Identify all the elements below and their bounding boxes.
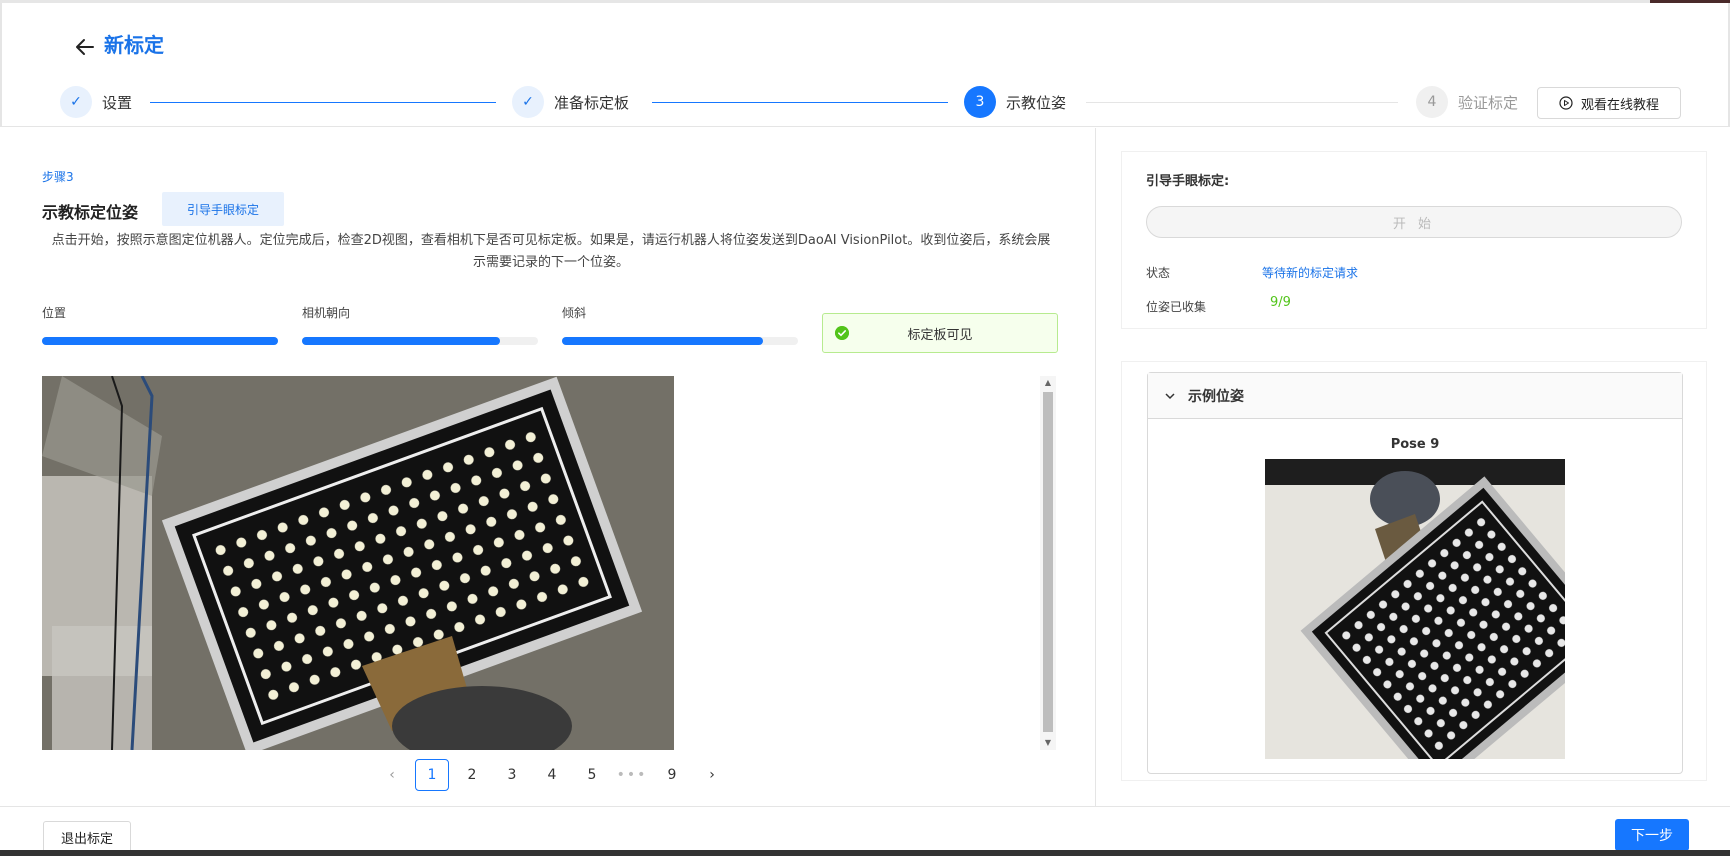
guide-title: 引导手眼标定: <box>1146 174 1230 189</box>
collected-value: 9/9 <box>1270 295 1291 310</box>
guide-tag: 引导手眼标定 <box>162 192 284 226</box>
check-circle-icon <box>835 326 849 340</box>
step-connector <box>652 102 948 103</box>
progress-camera-orientation: 相机朝向 <box>302 304 538 345</box>
step-connector <box>1086 102 1398 103</box>
pose-label: Pose 9 <box>1390 437 1440 452</box>
back-arrow-icon[interactable] <box>74 36 96 58</box>
step-label: 验证标定 <box>1458 93 1519 112</box>
step-connector <box>150 102 496 103</box>
next-button[interactable]: 下一步 <box>1615 819 1689 851</box>
step-label: 设置 <box>102 93 133 112</box>
teach-pose-panel: 步骤3 示教标定位姿 引导手眼标定 点击开始，按照示意图定位机器人。定位完成后，… <box>2 128 1096 806</box>
step-prepare-board: ✓ 准备标定板 <box>512 85 629 119</box>
exit-calibration-button[interactable]: 退出标定 <box>43 821 131 853</box>
page-2[interactable]: 2 <box>452 759 492 791</box>
step-teach-pose: 3 示教位姿 <box>964 85 1066 119</box>
progress-track <box>42 337 278 345</box>
step-settings: ✓ 设置 <box>60 85 132 119</box>
scroll-up-arrow[interactable]: ▲ <box>1040 376 1056 390</box>
progress-label: 相机朝向 <box>302 306 351 320</box>
progress-track <box>562 337 798 345</box>
tutorial-label: 观看在线教程 <box>1580 97 1659 113</box>
board-visible-badge: 标定板可见 <box>822 313 1058 353</box>
start-button[interactable]: 开 始 <box>1146 206 1682 238</box>
progress-tilt: 倾斜 <box>562 304 798 345</box>
collected-label: 位姿已收集 <box>1146 300 1207 314</box>
pagination: ‹ 1 2 3 4 5 ••• 9 › <box>372 758 732 792</box>
header: 新标定 ✓ 设置 ✓ 准备标定板 3 示教位姿 4 验证标定 观看在线教程 <box>0 3 1730 127</box>
guide-calibration-card: 引导手眼标定: 开 始 状态 等待新的标定请求 位姿已收集 9/9 <box>1121 151 1707 329</box>
page-9[interactable]: 9 <box>652 759 692 791</box>
page-5[interactable]: 5 <box>572 759 612 791</box>
step-label: 准备标定板 <box>554 93 630 112</box>
view-scrollbar[interactable]: ▲ ▼ <box>1040 376 1056 750</box>
section-title: 示教标定位姿 <box>42 203 139 222</box>
scroll-down-arrow[interactable]: ▼ <box>1040 736 1056 750</box>
progress-track <box>302 337 538 345</box>
step-number: 3 <box>964 86 996 118</box>
sample-pose-card: 示例位姿 Pose 9 <box>1121 361 1707 781</box>
step-label: 示教位姿 <box>1006 93 1067 112</box>
progress-fill <box>302 337 501 345</box>
check-icon: ✓ <box>60 86 92 118</box>
board-visible-text: 标定板可见 <box>907 327 973 343</box>
progress-position: 位置 <box>42 304 278 345</box>
check-icon: ✓ <box>512 86 544 118</box>
footer: 退出标定 下一步 <box>0 806 1730 853</box>
status-label: 状态 <box>1146 266 1171 280</box>
steps: ✓ 设置 ✓ 准备标定板 3 示教位姿 4 验证标定 <box>60 85 1620 121</box>
step-verify: 4 验证标定 <box>1416 85 1518 119</box>
page-1[interactable]: 1 <box>415 759 449 791</box>
progress-label: 倾斜 <box>562 306 587 320</box>
scroll-thumb[interactable] <box>1043 392 1053 732</box>
sample-pose-collapse: 示例位姿 Pose 9 <box>1147 372 1683 774</box>
bottom-bar <box>0 850 1730 856</box>
collapse-header[interactable]: 示例位姿 <box>1148 373 1682 419</box>
play-circle-icon <box>1559 96 1573 110</box>
page-4[interactable]: 4 <box>532 759 572 791</box>
collapse-title: 示例位姿 <box>1188 388 1244 405</box>
page-title: 新标定 <box>104 33 164 57</box>
progress-fill <box>562 337 763 345</box>
sample-pose-image <box>1265 459 1565 759</box>
progress-label: 位置 <box>42 306 67 320</box>
chevron-left-icon[interactable]: ‹ <box>372 759 412 791</box>
watch-tutorial-button[interactable]: 观看在线教程 <box>1537 87 1681 119</box>
progress-fill <box>42 337 278 345</box>
step-number-label: 步骤3 <box>42 170 74 184</box>
page-ellipsis[interactable]: ••• <box>612 759 652 791</box>
camera-2d-view <box>42 376 674 750</box>
instructions: 点击开始，按照示意图定位机器人。定位完成后，检查2D视图，查看相机下是否可见标定… <box>51 233 1051 270</box>
step-number: 4 <box>1416 86 1448 118</box>
status-value: 等待新的标定请求 <box>1262 266 1359 280</box>
chevron-right-icon[interactable]: › <box>692 759 732 791</box>
page-3[interactable]: 3 <box>492 759 532 791</box>
chevron-down-icon <box>1165 392 1175 399</box>
